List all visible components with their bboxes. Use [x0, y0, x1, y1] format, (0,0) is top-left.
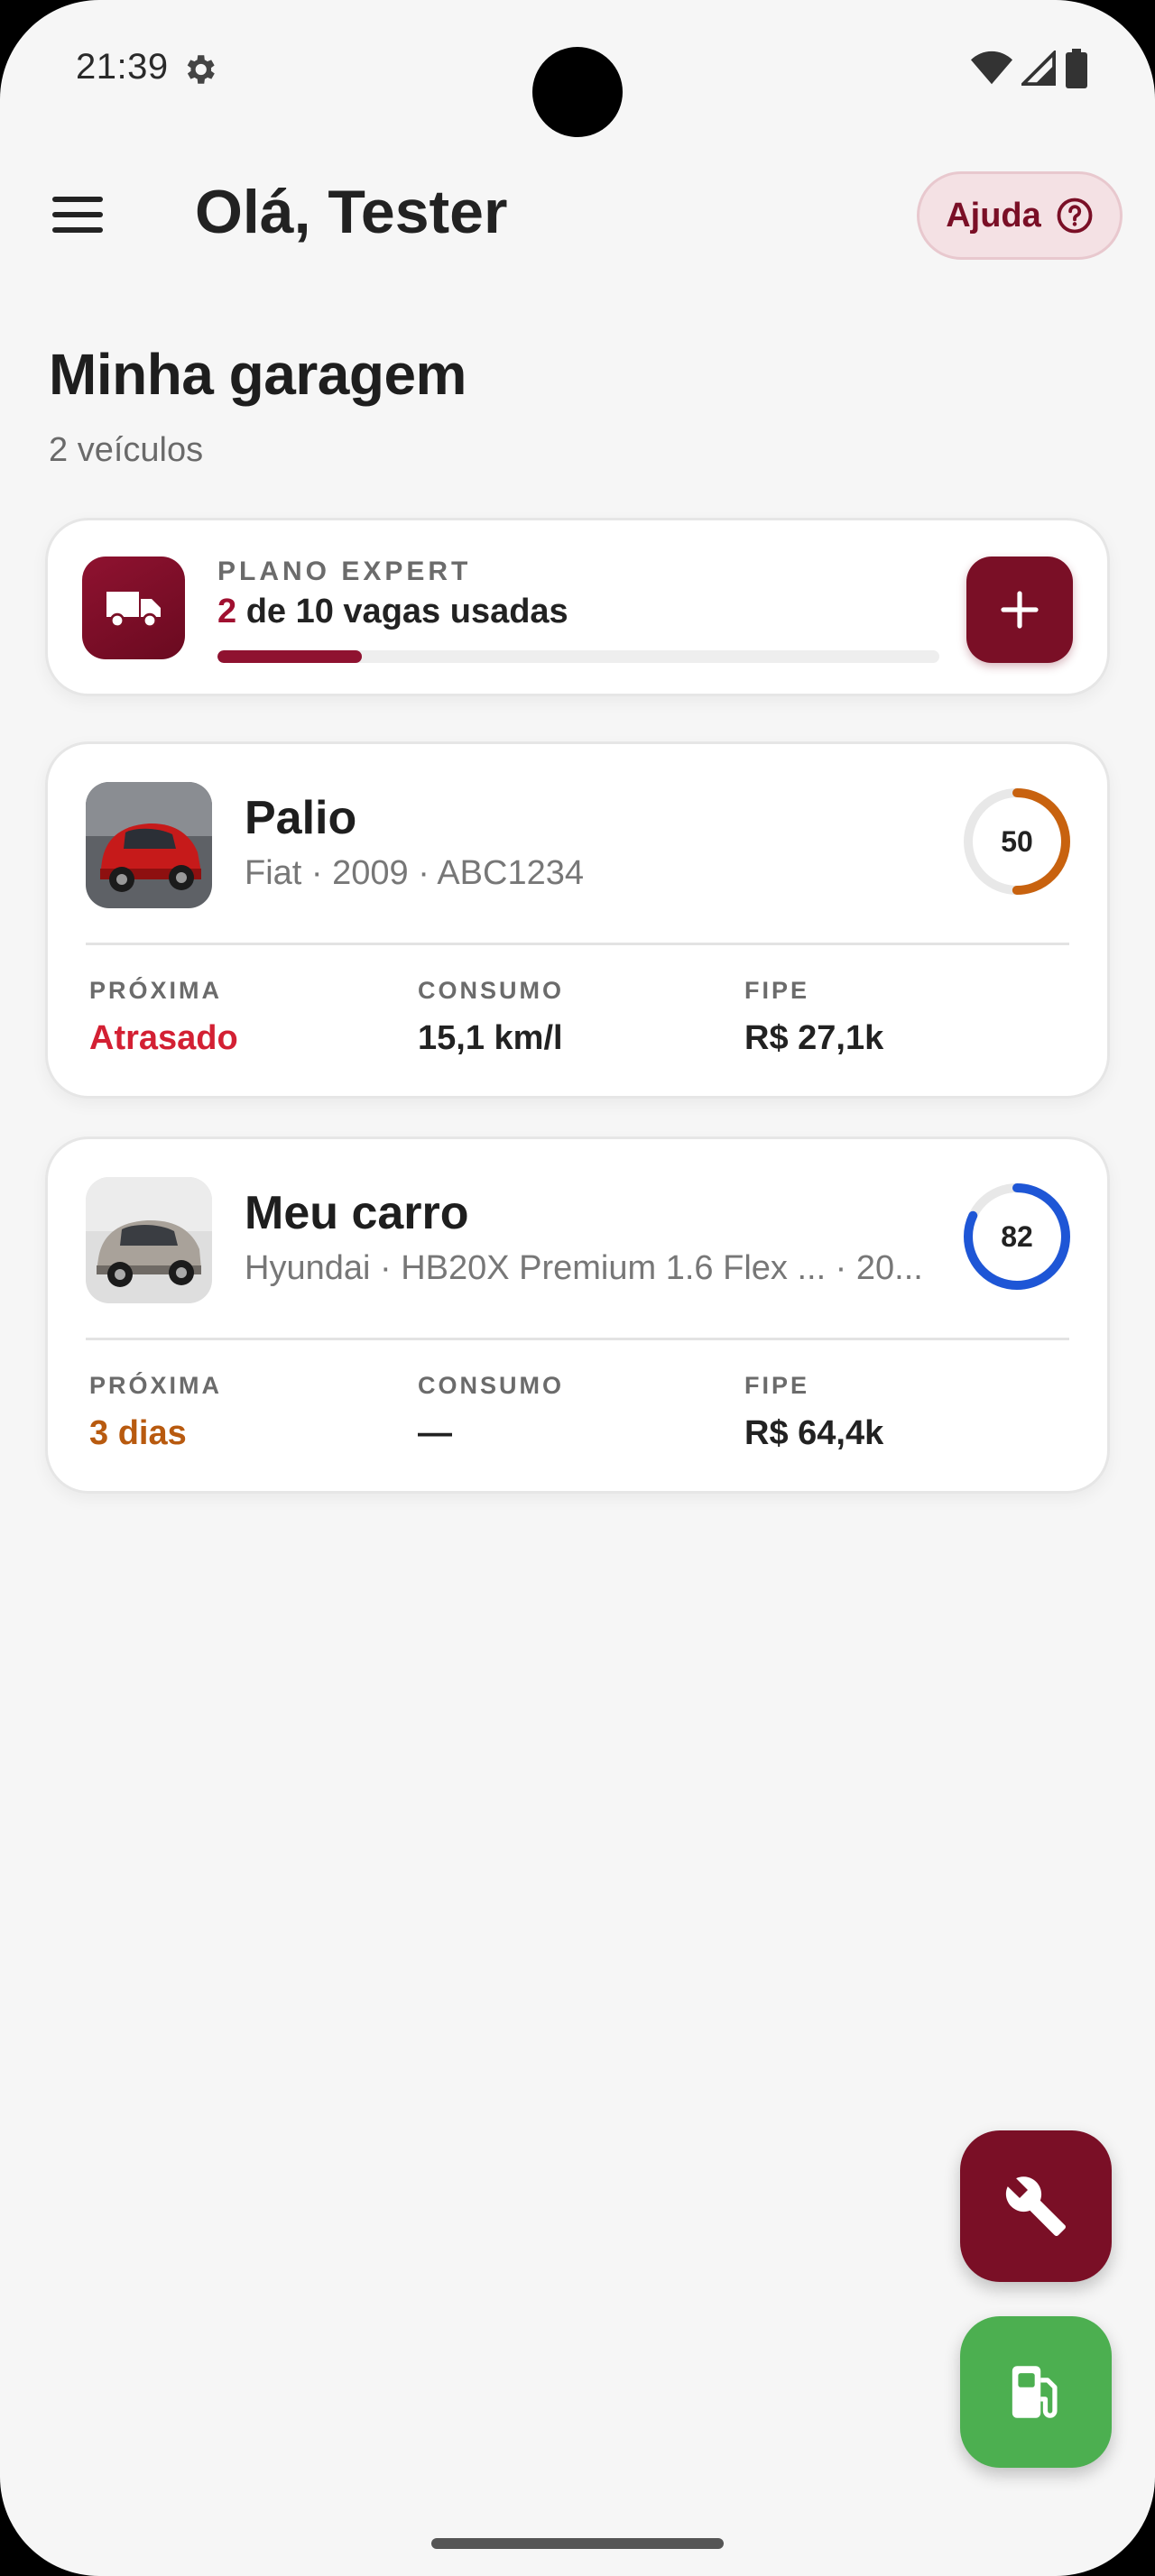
- plan-label: PLANO EXPERT: [217, 557, 472, 586]
- status-bar: 21:39: [0, 0, 1155, 144]
- plan-progress-track: [217, 650, 939, 663]
- page-title: Minha garagem: [49, 342, 467, 407]
- plan-card: PLANO EXPERT 2 de 10 vagas usadas: [45, 518, 1110, 696]
- plus-icon: [1001, 591, 1039, 629]
- vehicle-name: Meu carro: [245, 1187, 469, 1239]
- divider: [86, 1338, 1069, 1340]
- stat-fipe: FIPE R$ 64,4k: [744, 1372, 883, 1453]
- stat-value: —: [418, 1414, 452, 1452]
- stat-label: FIPE: [744, 1372, 810, 1399]
- stat-consumption: CONSUMO —: [418, 1372, 564, 1453]
- plan-icon-tile: [82, 557, 185, 659]
- stat-value: 3 dias: [89, 1414, 187, 1452]
- vehicle-card[interactable]: Palio Fiat · 2009 · ABC1234 50 PRÓXIMA A…: [45, 741, 1110, 1099]
- stat-label: FIPE: [744, 977, 810, 1004]
- stat-consumption: CONSUMO 15,1 km/l: [418, 977, 564, 1058]
- stat-value: R$ 27,1k: [744, 1019, 884, 1057]
- stat-label: CONSUMO: [418, 1372, 564, 1399]
- plan-usage-text: de 10 vagas usadas: [236, 593, 568, 630]
- settings-gear-icon: [187, 55, 215, 84]
- menu-button[interactable]: [43, 180, 112, 249]
- stat-next-service: PRÓXIMA 3 dias: [89, 1372, 222, 1453]
- vehicle-photo: [86, 782, 212, 908]
- signal-icon: [1021, 51, 1056, 86]
- health-score: 82: [1001, 1219, 1033, 1253]
- help-button[interactable]: Ajuda: [917, 171, 1123, 260]
- plan-used-count: 2: [217, 593, 237, 630]
- vehicle-count: 2 veículos: [49, 431, 204, 469]
- wifi-icon: [971, 51, 1012, 85]
- stat-label: CONSUMO: [418, 977, 564, 1004]
- stat-value: 15,1 km/l: [418, 1019, 563, 1057]
- stat-value: R$ 64,4k: [744, 1414, 884, 1452]
- vehicle-photo-image: [86, 782, 212, 908]
- add-fuel-fab[interactable]: [960, 2316, 1112, 2468]
- status-time: 21:39: [76, 47, 169, 87]
- stat-value: Atrasado: [89, 1019, 238, 1057]
- health-score-ring: 82: [961, 1181, 1073, 1293]
- stat-label: PRÓXIMA: [89, 1372, 223, 1399]
- vehicle-photo-image: [86, 1177, 212, 1303]
- menu-icon: [52, 197, 103, 233]
- health-score: 50: [1001, 824, 1033, 858]
- help-label: Ajuda: [946, 196, 1041, 235]
- plan-progress-fill: [217, 650, 362, 663]
- camera-cutout: [532, 47, 623, 137]
- screen: 21:39 Olá, Tester Ajuda Minha garagem 2 …: [0, 0, 1155, 2576]
- fuel-pump-icon: [1012, 2366, 1058, 2418]
- add-vehicle-button[interactable]: [966, 557, 1073, 663]
- plan-usage: 2 de 10 vagas usadas: [217, 593, 568, 631]
- battery-icon: [1066, 49, 1087, 88]
- add-service-fab[interactable]: [960, 2130, 1112, 2282]
- health-score-ring: 50: [961, 786, 1073, 897]
- greeting: Olá, Tester: [195, 178, 508, 246]
- wrench-icon: [1005, 2176, 1066, 2236]
- home-indicator[interactable]: [431, 2538, 724, 2549]
- help-icon: [1057, 198, 1093, 234]
- vehicle-name: Palio: [245, 792, 357, 844]
- truck-icon: [106, 592, 161, 629]
- stat-next-service: PRÓXIMA Atrasado: [89, 977, 238, 1058]
- stat-label: PRÓXIMA: [89, 977, 223, 1004]
- vehicle-details: Hyundai · HB20X Premium 1.6 Flex ... · 2…: [245, 1249, 923, 1287]
- divider: [86, 943, 1069, 945]
- status-icons: [971, 49, 1088, 88]
- stat-fipe: FIPE R$ 27,1k: [744, 977, 883, 1058]
- vehicle-photo: [86, 1177, 212, 1303]
- vehicle-card[interactable]: Meu carro Hyundai · HB20X Premium 1.6 Fl…: [45, 1136, 1110, 1494]
- vehicle-details: Fiat · 2009 · ABC1234: [245, 854, 584, 892]
